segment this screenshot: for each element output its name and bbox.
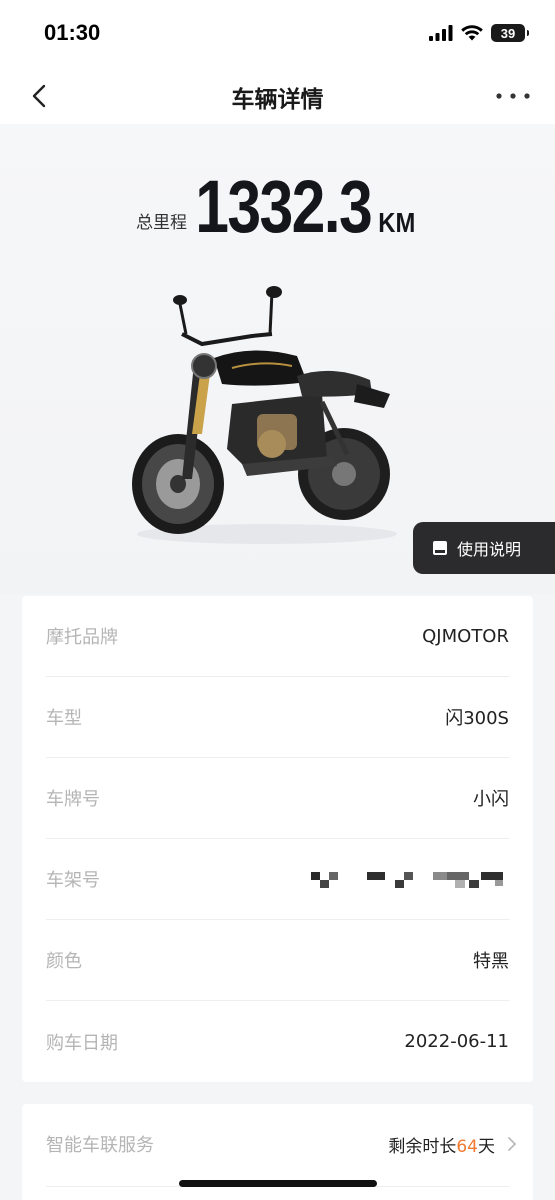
more-dots-icon [496,93,530,99]
info-row-plate: 车牌号 小闪 [46,758,509,839]
battery-icon: 39 [491,24,529,42]
mileage-value: 1332.3 [195,165,372,248]
motorcycle-image [132,286,397,544]
status-time: 01:30 [44,20,101,45]
signal-icon [429,25,453,41]
mileage-display: 总里程 1332.3 KM [0,164,555,249]
user-manual-label: 使用说明 [457,540,522,559]
service-remaining: 剩余时长64天 [388,1132,517,1157]
purchase-date-label: 购车日期 [46,1032,118,1054]
page-title: 车辆详情 [231,87,324,113]
plate-value: 小闪 [473,789,509,810]
vehicle-hero: 总里程 1332.3 KM 使用说明 [0,124,555,594]
vehicle-info-card: 摩托品牌 QJMOTOR 车型 闪300S 车牌号 小闪 车架号 颜色 特黑 购 [22,596,533,1082]
plate-label: 车牌号 [46,789,100,810]
service-days: 64 [456,1136,478,1157]
vin-label: 车架号 [46,870,100,891]
chevron-right-icon [508,1137,517,1151]
model-label: 车型 [46,708,82,729]
mileage-label: 总里程 [135,213,187,233]
service-suffix: 天 [478,1136,495,1157]
status-icons: 39 [429,24,529,42]
info-row-vin: 车架号 [46,839,509,920]
mileage-unit: KM [378,207,416,238]
more-button[interactable] [495,86,531,106]
nav-bar: 车辆详情 [0,68,555,124]
model-value: 闪300S [445,708,509,729]
color-value: 特黑 [473,951,509,972]
status-bar: 01:30 39 [0,0,555,68]
info-row-model: 车型 闪300S [46,677,509,758]
info-row-purchase-date: 购车日期 2022-06-11 [46,1001,509,1082]
purchase-date-value: 2022-06-11 [404,1031,509,1052]
brand-label: 摩托品牌 [46,627,118,648]
info-row-brand: 摩托品牌 QJMOTOR [46,596,509,677]
user-manual-button[interactable]: 使用说明 [413,522,555,574]
service-label: 智能车联服务 [46,1135,154,1156]
info-row-color: 颜色 特黑 [46,920,509,1001]
wifi-icon [461,25,483,41]
brand-value: QJMOTOR [422,625,509,647]
vin-redacted-value [311,872,503,888]
service-prefix: 剩余时长 [388,1136,457,1157]
connected-service-row[interactable]: 智能车联服务 剩余时长64天 [46,1104,517,1184]
color-label: 颜色 [46,951,82,972]
service-remaining-text: 剩余时长64天 [388,1132,495,1157]
book-icon [433,541,447,555]
home-indicator [179,1180,377,1187]
